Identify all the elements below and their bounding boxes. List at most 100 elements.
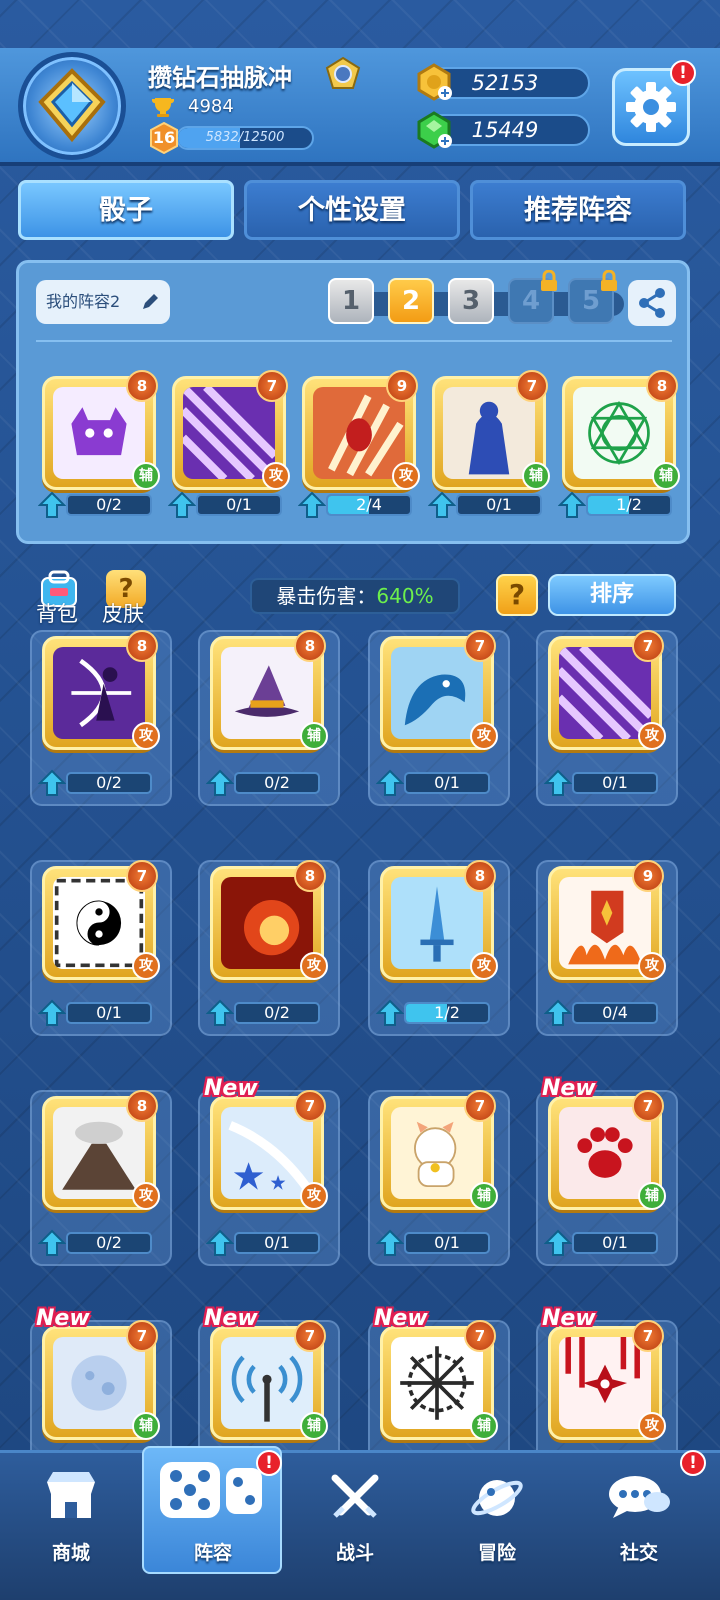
dice-icon: [160, 1462, 262, 1518]
deck-slot-1-button[interactable]: 1: [328, 278, 374, 324]
new-tag: New: [204, 1076, 258, 1101]
rank-badge-icon[interactable]: [325, 56, 361, 90]
tab-dice[interactable]: 骰子: [18, 180, 234, 240]
dice-role-badge: 攻: [300, 952, 328, 980]
upgrade-progress-text: 0/2: [96, 1233, 122, 1252]
upgrade-arrow-icon: [375, 1229, 405, 1257]
deck-name: 我的阵容2: [46, 292, 121, 311]
crit-label: 暴击伤害：: [276, 584, 377, 608]
dice-role-badge: 攻: [132, 1182, 160, 1210]
deck-slot-3-button[interactable]: 3: [448, 278, 494, 324]
diamond-rank-icon: [38, 68, 106, 143]
share-icon: [639, 288, 665, 318]
dice-role-badge: 攻: [300, 1182, 328, 1210]
trophy-icon: [150, 96, 176, 118]
upgrade-arrow-icon: [37, 999, 67, 1027]
volcano-icon: [53, 1107, 145, 1199]
upgrade-arrow-icon: [37, 491, 67, 519]
upgrade-arrow-icon: [543, 1229, 573, 1257]
gem-amount: 15449: [471, 118, 539, 142]
new-tag: New: [204, 1306, 258, 1331]
dice-role-badge: 攻: [132, 722, 160, 750]
gold-amount: 52153: [471, 71, 539, 95]
nav-deck-alert-badge: !: [256, 1450, 282, 1476]
upgrade-progress-text: 0/1: [96, 1003, 122, 1022]
nav-shop[interactable]: 商城: [0, 1452, 142, 1592]
dice-level-badge: 7: [256, 370, 288, 402]
tab-recommended[interactable]: 推荐阵容: [470, 180, 686, 240]
dice-role-badge: 攻: [262, 462, 290, 490]
upgrade-progress-bar: 2/4: [326, 494, 412, 516]
settings-alert-badge: !: [670, 60, 696, 86]
dice-role-badge: 辅: [470, 1182, 498, 1210]
dice-level-badge: 7: [126, 860, 158, 892]
deck-name-button[interactable]: 我的阵容2: [36, 280, 170, 324]
level-number: 16: [152, 128, 176, 147]
purple-rays-icon: [183, 387, 275, 479]
upgrade-progress-text: 1/2: [616, 495, 642, 514]
upgrade-arrow-icon: [37, 769, 67, 797]
dice-level-badge: 8: [126, 370, 158, 402]
dice-level-badge: 7: [126, 1320, 158, 1352]
fire-claw-icon: [313, 387, 405, 479]
nav-adventure[interactable]: 冒险: [426, 1452, 568, 1592]
upgrade-progress-text: 0/1: [602, 1233, 628, 1252]
nav-battle[interactable]: 战斗: [284, 1452, 426, 1592]
upgrade-progress-bar: 0/1: [66, 1002, 152, 1024]
trophy-count: 4984: [188, 96, 234, 117]
tab-customize[interactable]: 个性设置: [244, 180, 460, 240]
upgrade-progress-bar: 0/1: [196, 494, 282, 516]
help-button[interactable]: ?: [496, 574, 538, 616]
deck-slot-2-button[interactable]: 2: [388, 278, 434, 324]
dice-level-badge: 7: [516, 370, 548, 402]
dice-level-badge: 7: [294, 1090, 326, 1122]
level-badge: 16: [148, 121, 180, 155]
upgrade-progress-text: 0/4: [602, 1003, 628, 1022]
dice-level-badge: 7: [464, 1090, 496, 1122]
upgrade-arrow-icon: [205, 1229, 235, 1257]
player-name: 攒钻石抽脉冲: [148, 64, 292, 92]
dice-level-badge: 7: [464, 630, 496, 662]
dice-role-badge: 攻: [638, 952, 666, 980]
dice-level-badge: 8: [646, 370, 678, 402]
upgrade-arrow-icon: [543, 769, 573, 797]
upgrade-arrow-icon: [167, 491, 197, 519]
crit-value: 640%: [376, 584, 434, 608]
star-wind-icon: [221, 1107, 313, 1199]
player-avatar[interactable]: [18, 52, 126, 160]
nav-battle-label: 战斗: [335, 1542, 374, 1564]
upgrade-progress-bar: 0/1: [234, 1232, 320, 1254]
thorn-web-icon: [391, 1337, 483, 1429]
upgrade-progress-bar: 0/4: [572, 1002, 658, 1024]
upgrade-progress-bar: 0/2: [66, 772, 152, 794]
upgrade-progress-bar: 0/2: [66, 1232, 152, 1254]
dice-level-badge: 8: [126, 1090, 158, 1122]
upgrade-arrow-icon: [205, 769, 235, 797]
dice-role-badge: 辅: [132, 462, 160, 490]
dice-role-badge: 辅: [638, 1182, 666, 1210]
archer-icon: [53, 647, 145, 739]
green-gem-icon: [414, 110, 454, 150]
dice-role-badge: 辅: [652, 462, 680, 490]
upgrade-progress-text: 0/1: [486, 495, 512, 514]
upgrade-progress-text: 0/1: [602, 773, 628, 792]
paw-print-icon: [559, 1107, 651, 1199]
upgrade-progress-bar: 0/1: [572, 1232, 658, 1254]
lucky-cat-icon: [391, 1107, 483, 1199]
upgrade-progress-text: 0/1: [434, 1233, 460, 1252]
witch-hat-icon: [221, 647, 313, 739]
new-tag: New: [36, 1306, 90, 1331]
upgrade-progress-text: 1/2: [434, 1003, 460, 1022]
dice-level-badge: 8: [294, 630, 326, 662]
nav-social-alert-badge: !: [680, 1450, 706, 1476]
upgrade-progress-bar: 0/1: [456, 494, 542, 516]
share-button[interactable]: [628, 280, 676, 326]
yin-yang-icon: [53, 877, 145, 969]
edit-pencil-icon: [143, 294, 158, 309]
upgrade-progress-text: 0/1: [434, 773, 460, 792]
sort-button[interactable]: 排序: [548, 574, 676, 616]
upgrade-arrow-icon: [375, 999, 405, 1027]
upgrade-arrow-icon: [297, 491, 327, 519]
upgrade-progress-bar: 1/2: [404, 1002, 490, 1024]
upgrade-arrow-icon: [557, 491, 587, 519]
